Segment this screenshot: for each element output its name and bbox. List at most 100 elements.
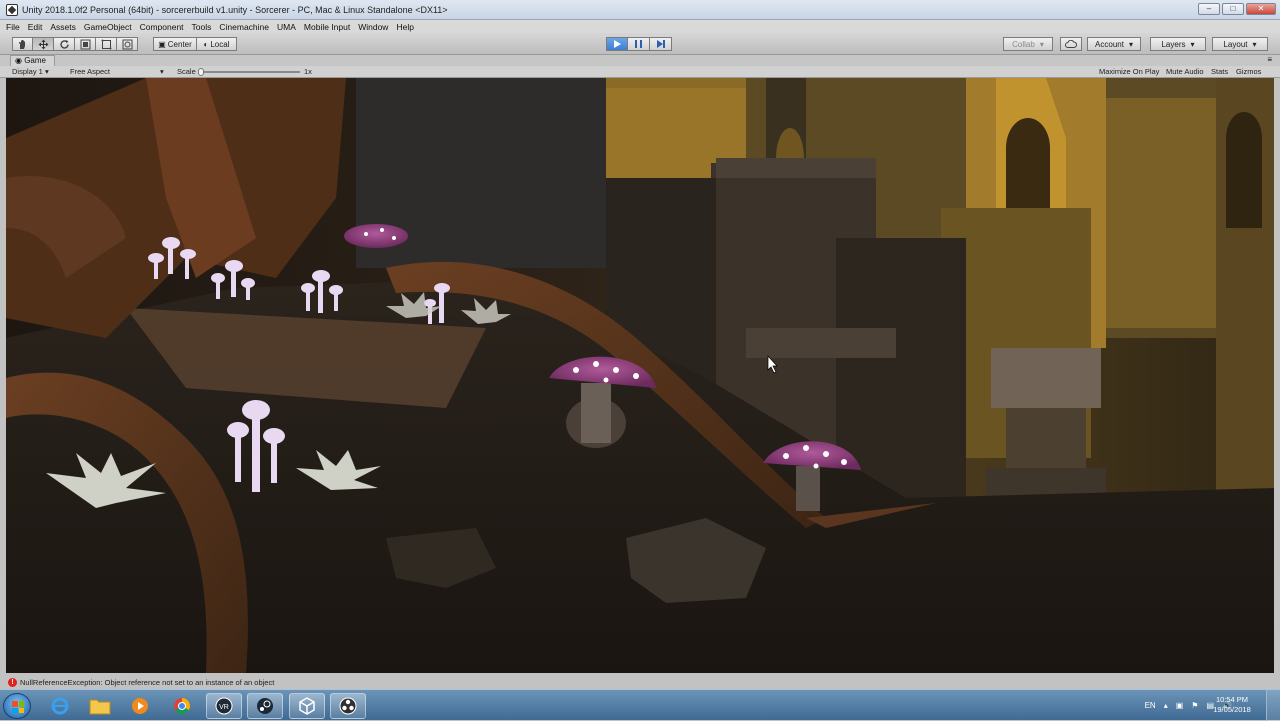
start-button[interactable]: [3, 693, 31, 719]
right-toolbar: Collab: [1003, 37, 1053, 51]
taskbar-vr-app[interactable]: VR: [206, 693, 242, 719]
game-scene: [6, 78, 1274, 673]
move-arrows-icon: [38, 39, 48, 49]
cloud-group: [1060, 37, 1082, 51]
clock-date: 19/05/2018: [1213, 705, 1251, 714]
scale-slider-thumb[interactable]: [198, 68, 204, 76]
folder-icon: [89, 699, 111, 715]
taskbar-file-explorer[interactable]: [82, 693, 118, 719]
menu-window[interactable]: Window: [358, 22, 388, 32]
unity-app-icon: [6, 3, 18, 16]
taskbar-internet-explorer[interactable]: [42, 693, 78, 719]
error-icon: !: [8, 677, 17, 687]
tray-app-icon[interactable]: ▣: [1176, 701, 1184, 710]
menu-gameobject[interactable]: GameObject: [84, 22, 132, 32]
layers-group: Layers: [1150, 37, 1206, 51]
maximize-on-play-toggle[interactable]: Maximize On Play: [1099, 67, 1159, 76]
window-title: Unity 2018.1.0f2 Personal (64bit) - sorc…: [22, 4, 448, 15]
gizmos-dropdown[interactable]: Gizmos: [1236, 67, 1261, 76]
rect-tool-icon: [101, 39, 111, 49]
scale-icon: [80, 39, 90, 49]
play-icon: [613, 40, 621, 48]
tray-expand-icon[interactable]: ▴: [1164, 701, 1168, 710]
steam-icon: [257, 698, 273, 714]
language-indicator[interactable]: EN: [1145, 701, 1156, 710]
game-viewport[interactable]: [6, 78, 1274, 673]
hand-tool-button[interactable]: [12, 37, 33, 51]
game-view-bar: Display 1 ▾ Free Aspect ▾ Scale 1x Maximi…: [0, 66, 1280, 78]
space-label: Local: [210, 39, 230, 49]
media-player-icon: [132, 698, 148, 714]
action-center-icon[interactable]: ⚑: [1191, 701, 1198, 710]
close-button[interactable]: ✕: [1246, 3, 1276, 15]
show-desktop-button[interactable]: [1266, 690, 1280, 721]
globe-icon: ◐: [203, 39, 209, 49]
scale-value: 1x: [304, 67, 312, 76]
maximize-button[interactable]: □: [1222, 3, 1244, 15]
aspect-label: Free Aspect: [70, 67, 111, 76]
obs-icon: [339, 697, 357, 715]
game-tab-strip: ◉ Game ≡: [0, 55, 1280, 66]
account-dropdown[interactable]: Account: [1087, 37, 1141, 51]
layout-label: Layout: [1223, 39, 1248, 49]
rect-tool-button[interactable]: [96, 37, 117, 51]
menu-assets[interactable]: Assets: [50, 22, 76, 32]
menu-tools[interactable]: Tools: [192, 22, 212, 32]
menu-file[interactable]: File: [6, 22, 20, 32]
space-local-toggle[interactable]: ◐ Local: [197, 37, 237, 51]
taskbar-unity[interactable]: [289, 693, 325, 719]
scale-tool-button[interactable]: [75, 37, 96, 51]
internet-explorer-icon: [51, 697, 69, 715]
transform-icon: [122, 39, 132, 49]
svg-text:VR: VR: [219, 704, 229, 711]
cloud-button[interactable]: [1060, 37, 1082, 51]
account-label: Account: [1095, 39, 1124, 49]
taskbar-chrome[interactable]: [164, 693, 200, 719]
tab-game[interactable]: ◉ Game: [10, 55, 55, 66]
account-group: Account: [1087, 37, 1141, 51]
game-tab-icon: ◉: [15, 56, 25, 65]
rotate-icon: [59, 39, 69, 49]
menu-component[interactable]: Component: [140, 22, 184, 32]
move-tool-button[interactable]: [33, 37, 54, 51]
transform-tool-button[interactable]: [117, 37, 138, 51]
taskbar-clock[interactable]: 10:54 PM 19/05/2018: [1210, 695, 1254, 715]
pause-button[interactable]: [628, 37, 650, 51]
stats-toggle[interactable]: Stats: [1211, 67, 1228, 76]
game-tab-label: Game: [24, 56, 46, 65]
step-icon: [656, 40, 665, 48]
layout-dropdown[interactable]: Layout: [1212, 37, 1268, 51]
taskbar-steam[interactable]: [247, 693, 283, 719]
menu-bar: File Edit Assets GameObject Component To…: [0, 20, 1280, 33]
collab-dropdown[interactable]: Collab: [1003, 37, 1053, 51]
menu-cinemachine[interactable]: Cinemachine: [219, 22, 269, 32]
minimize-button[interactable]: –: [1198, 3, 1220, 15]
pivot-icon: ▣: [158, 39, 166, 49]
step-button[interactable]: [650, 37, 672, 51]
mute-audio-toggle[interactable]: Mute Audio: [1166, 67, 1204, 76]
vr-icon: VR: [215, 697, 233, 715]
display-dropdown[interactable]: Display 1 ▾: [12, 67, 49, 76]
windows-logo-icon: [12, 701, 24, 713]
play-button[interactable]: [606, 37, 628, 51]
menu-uma[interactable]: UMA: [277, 22, 296, 32]
pivot-center-toggle[interactable]: ▣ Center: [153, 37, 197, 51]
tab-menu-icon[interactable]: ≡: [1267, 55, 1272, 64]
rotate-tool-button[interactable]: [54, 37, 75, 51]
menu-help[interactable]: Help: [396, 22, 413, 32]
hand-icon: [19, 39, 25, 49]
title-bar: Unity 2018.1.0f2 Personal (64bit) - sorc…: [0, 0, 1280, 20]
chrome-icon: [174, 698, 190, 714]
main-toolbar: ▣ Center ◐ Local Collab Account Layers: [0, 33, 1280, 55]
aspect-dropdown[interactable]: Free Aspect ▾: [70, 67, 164, 76]
scale-slider-track[interactable]: [200, 71, 300, 73]
clock-time: 10:54 PM: [1215, 695, 1249, 704]
window-controls: – □ ✕: [1198, 3, 1276, 15]
menu-edit[interactable]: Edit: [28, 22, 43, 32]
menu-mobile-input[interactable]: Mobile Input: [304, 22, 350, 32]
scale-label: Scale: [177, 67, 196, 76]
console-status-bar[interactable]: ! NullReferenceException: Object referen…: [0, 675, 1280, 689]
layers-dropdown[interactable]: Layers: [1150, 37, 1206, 51]
taskbar-obs[interactable]: [330, 693, 366, 719]
taskbar-media-player[interactable]: [122, 693, 158, 719]
